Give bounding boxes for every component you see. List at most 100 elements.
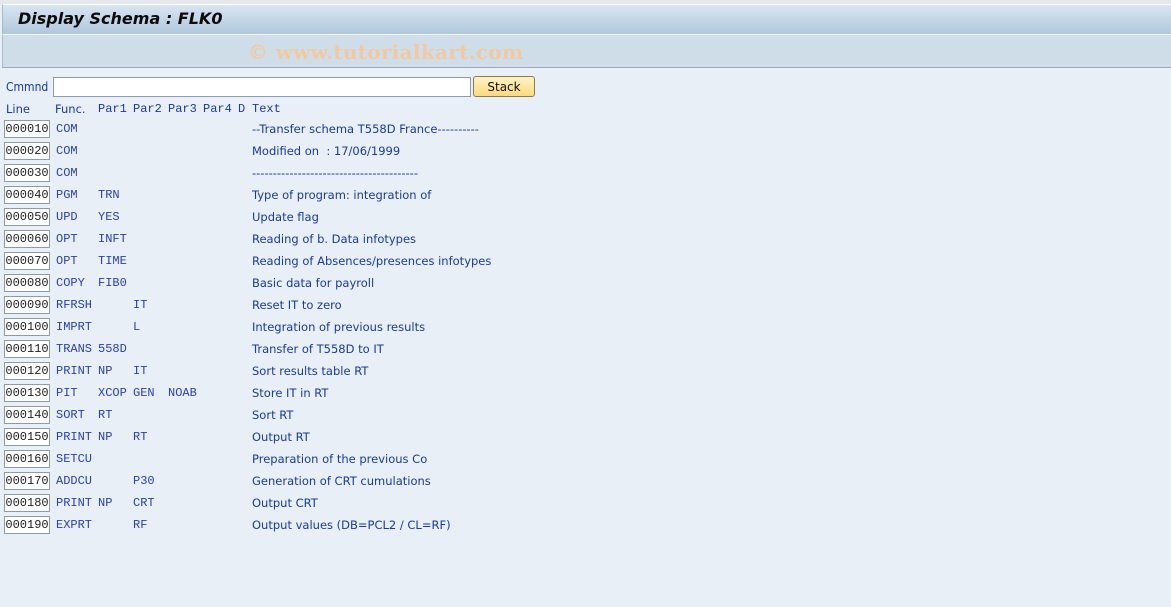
cell-par1: TIME xyxy=(98,254,127,268)
cell-text: Reading of Absences/presences infotypes xyxy=(252,254,492,268)
cell-func: COM xyxy=(56,166,78,180)
line-number-field[interactable]: 000010 xyxy=(4,120,50,138)
cell-par1: FIB0 xyxy=(98,276,127,290)
cell-text: Update flag xyxy=(252,210,319,224)
table-row: 000050 UPD YES Update flag xyxy=(0,208,700,228)
cell-func: PGM xyxy=(56,188,78,202)
cell-text: Basic data for payroll xyxy=(252,276,375,290)
cell-par1: YES xyxy=(98,210,120,224)
line-number-field[interactable]: 000020 xyxy=(4,142,50,160)
cell-func: EXPRT xyxy=(56,518,93,532)
line-number-field[interactable]: 000150 xyxy=(4,428,50,446)
cell-par2: GEN xyxy=(133,386,155,400)
cell-text: Reading of b. Data infotypes xyxy=(252,232,417,246)
cell-text: --Transfer schema T558D France---------- xyxy=(252,122,479,136)
table-row: 000130 PIT XCOP GEN NOAB Store IT in RT xyxy=(0,384,700,404)
schema-content: Cmmnd Stack Line Func. Par1 Par2 Par3 Pa… xyxy=(0,68,1171,607)
line-number-field[interactable]: 000180 xyxy=(4,494,50,512)
cell-text: Reset IT to zero xyxy=(252,298,342,312)
table-row: 000020 COM Modified on : 17/06/1999 xyxy=(0,142,700,162)
cell-par2: IT xyxy=(133,364,148,378)
title-bar: Display Schema : FLK0 xyxy=(2,4,1171,34)
table-row: 000010 COM --Transfer schema T558D France-… xyxy=(0,120,700,140)
line-number-field[interactable]: 000100 xyxy=(4,318,50,336)
table-row: 000060 OPT INFT Reading of b. Data infotype… xyxy=(0,230,700,250)
line-number-field[interactable]: 000040 xyxy=(4,186,50,204)
cell-par1: INFT xyxy=(98,232,127,246)
cell-text: Type of program: integration of xyxy=(252,188,432,202)
line-number-field[interactable]: 000110 xyxy=(4,340,50,358)
watermark: © www.tutorialkart.com xyxy=(248,40,524,64)
header-par2: Par2 xyxy=(133,102,162,116)
table-row: 000160 SETCU Preparation of the previous C… xyxy=(0,450,700,470)
cell-par1: XCOP xyxy=(98,386,127,400)
command-label: Cmmnd xyxy=(6,80,49,94)
line-number-field[interactable]: 000090 xyxy=(4,296,50,314)
table-header: Line Func. Par1 Par2 Par3 Par4 D Text xyxy=(0,102,600,116)
cell-text: Output CRT xyxy=(252,496,318,510)
table-row: 000030 COM -------------------------------… xyxy=(0,164,700,184)
line-number-field[interactable]: 000030 xyxy=(4,164,50,182)
cell-par2: CRT xyxy=(133,496,155,510)
cell-text: Integration of previous results xyxy=(252,320,426,334)
cell-text: Output values (DB=PCL2 / CL=RF) xyxy=(252,518,451,532)
line-number-field[interactable]: 000050 xyxy=(4,208,50,226)
cell-func: PIT xyxy=(56,386,78,400)
cell-text: Sort RT xyxy=(252,408,294,422)
cell-text: Generation of CRT cumulations xyxy=(252,474,431,488)
cell-text: Store IT in RT xyxy=(252,386,329,400)
header-line: Line xyxy=(6,102,30,116)
cell-text: Sort results table RT xyxy=(252,364,369,378)
stack-button[interactable]: Stack xyxy=(473,76,535,97)
table-row: 000110 TRANS 558D Transfer of T558D to IT xyxy=(0,340,700,360)
header-par3: Par3 xyxy=(168,102,197,116)
line-number-field[interactable]: 000160 xyxy=(4,450,50,468)
line-number-field[interactable]: 000120 xyxy=(4,362,50,380)
page-title: Display Schema : FLK0 xyxy=(18,9,223,28)
command-input[interactable] xyxy=(53,77,471,97)
line-number-field[interactable]: 000190 xyxy=(4,516,50,534)
line-number-field[interactable]: 000170 xyxy=(4,472,50,490)
cell-func: TRANS xyxy=(56,342,93,356)
cell-text: ---------------------------------------- xyxy=(252,166,418,180)
cell-func: OPT xyxy=(56,254,78,268)
table-row: 000080 COPY FIB0 Basic data for payroll xyxy=(0,274,700,294)
cell-par2: P30 xyxy=(133,474,155,488)
line-number-field[interactable]: 000080 xyxy=(4,274,50,292)
cell-par2: RT xyxy=(133,430,148,444)
cell-text: Output RT xyxy=(252,430,310,444)
header-d: D xyxy=(238,102,246,116)
cell-text: Transfer of T558D to IT xyxy=(252,342,384,356)
cell-func: IMPRT xyxy=(56,320,93,334)
table-row: 000090 RFRSH IT Reset IT to zero xyxy=(0,296,700,316)
cell-func: PRINT xyxy=(56,430,93,444)
cell-par1: RT xyxy=(98,408,113,422)
application-toolbar: © www.tutorialkart.com xyxy=(2,34,1171,68)
cell-func: RFRSH xyxy=(56,298,93,312)
cell-func: UPD xyxy=(56,210,78,224)
cell-text: Preparation of the previous Co xyxy=(252,452,428,466)
cell-par1: TRN xyxy=(98,188,120,202)
cell-func: COM xyxy=(56,122,78,136)
cell-func: COM xyxy=(56,144,78,158)
cell-func: PRINT xyxy=(56,364,93,378)
cell-func: PRINT xyxy=(56,496,93,510)
table-row: 000180 PRINT NP CRT Output CRT xyxy=(0,494,700,514)
line-number-field[interactable]: 000130 xyxy=(4,384,50,402)
table-row: 000140 SORT RT Sort RT xyxy=(0,406,700,426)
cell-text: Modified on : 17/06/1999 xyxy=(252,144,401,158)
line-number-field[interactable]: 000060 xyxy=(4,230,50,248)
header-par4: Par4 xyxy=(203,102,232,116)
cell-par2: IT xyxy=(133,298,148,312)
cell-func: COPY xyxy=(56,276,85,290)
table-row: 000170 ADDCU P30 Generation of CRT cumulati… xyxy=(0,472,700,492)
cell-par2: RF xyxy=(133,518,148,532)
line-number-field[interactable]: 000140 xyxy=(4,406,50,424)
table-row: 000070 OPT TIME Reading of Absences/presenc… xyxy=(0,252,700,272)
cell-par1: NP xyxy=(98,496,113,510)
cell-func: ADDCU xyxy=(56,474,93,488)
cell-par1: NP xyxy=(98,430,113,444)
cell-func: SORT xyxy=(56,408,85,422)
line-number-field[interactable]: 000070 xyxy=(4,252,50,270)
table-row: 000190 EXPRT RF Output values (DB=PCL2 / CL… xyxy=(0,516,700,536)
